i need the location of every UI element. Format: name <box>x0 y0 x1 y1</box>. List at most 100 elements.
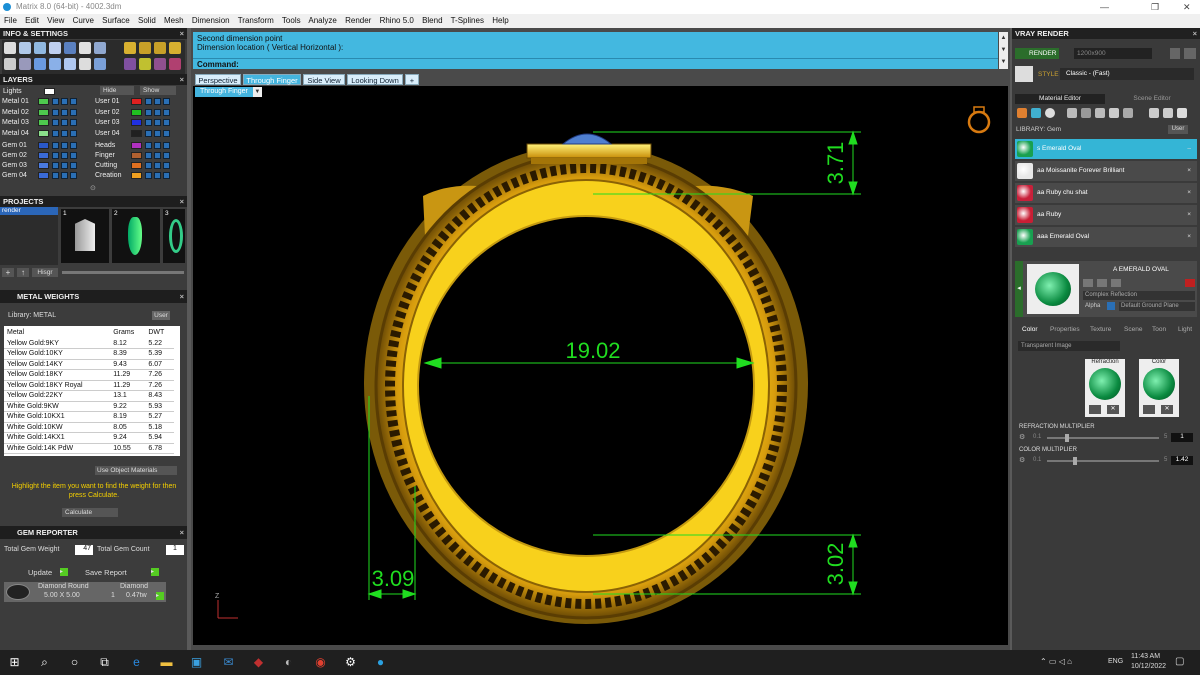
pen-icon[interactable] <box>79 42 91 54</box>
layer-right-5-label[interactable]: Finger <box>95 151 115 160</box>
layer-option-icon[interactable] <box>70 142 77 149</box>
color-swatch[interactable]: Color ✕ <box>1139 359 1179 417</box>
lock-icon[interactable] <box>52 152 59 159</box>
layer-option-icon[interactable] <box>70 129 77 137</box>
hammer-icon[interactable] <box>94 58 106 70</box>
user-button[interactable]: User <box>1168 125 1188 134</box>
layer-color-swatch[interactable] <box>38 152 49 159</box>
tab-through-finger[interactable]: Through Finger <box>243 74 301 85</box>
tools-icon[interactable] <box>34 42 46 54</box>
layer-option-icon[interactable] <box>163 142 170 149</box>
layer-right-0-label[interactable]: User 01 <box>95 97 120 106</box>
tab-color[interactable]: Color <box>1022 325 1038 334</box>
task-view-icon[interactable]: ⧉ <box>96 654 113 671</box>
tool-icon[interactable] <box>1149 108 1159 118</box>
settings-icon[interactable] <box>4 42 16 54</box>
visibility-icon[interactable] <box>154 152 161 159</box>
drop-icon[interactable] <box>1017 108 1027 118</box>
collapse-icon[interactable]: ⊙ <box>90 184 96 192</box>
command-scrollbar[interactable]: ▲ ▼ ▼ <box>999 32 1008 69</box>
layer-left-5-label[interactable]: Gem 02 <box>2 151 27 160</box>
up-icon[interactable]: ↑ <box>17 268 29 277</box>
visibility-icon[interactable] <box>154 119 161 126</box>
lock-icon[interactable] <box>52 129 59 137</box>
lock-icon[interactable] <box>145 172 152 179</box>
remove-material-icon[interactable]: × <box>1187 227 1191 247</box>
layer-option-icon[interactable] <box>163 98 170 105</box>
gem-arrow-icon[interactable]: ▸ <box>156 592 164 600</box>
layer-option-icon[interactable] <box>163 108 170 116</box>
table-row[interactable]: White Gold:14KX1 9.24 5.94 <box>4 432 174 444</box>
add-project-icon[interactable]: + <box>2 268 14 277</box>
menu-blend[interactable]: Blend <box>422 16 442 25</box>
table-row[interactable]: Yellow Gold:9KY 8.12 5.22 <box>4 338 174 349</box>
notification-icon[interactable]: ▢ <box>1175 656 1184 667</box>
table-row[interactable]: White Gold:10KX1 8.19 5.27 <box>4 411 174 423</box>
resolution-field[interactable]: 1200x900 <box>1074 48 1152 59</box>
layer-left-1-label[interactable]: Metal 02 <box>2 108 29 117</box>
menu-mesh[interactable]: Mesh <box>164 16 184 25</box>
tab-looking-down[interactable]: Looking Down <box>347 74 403 85</box>
menu-dimension[interactable]: Dimension <box>192 16 230 25</box>
tool-icon[interactable] <box>1111 279 1121 287</box>
gem-report-row[interactable]: Diamond Round 5.00 X 5.00 Diamond 1 0.47… <box>4 582 166 602</box>
refr-thumb[interactable] <box>1065 434 1069 442</box>
display-icon[interactable] <box>94 42 106 54</box>
update-arrow-icon[interactable]: ▸ <box>60 568 68 576</box>
layer-left-2-label[interactable]: Metal 03 <box>2 118 29 127</box>
panel-e-icon[interactable] <box>124 58 136 70</box>
material-item[interactable]: aa Ruby × <box>1015 205 1197 225</box>
filter-icon[interactable] <box>79 58 91 70</box>
menu-analyze[interactable]: Analyze <box>308 16 336 25</box>
tool-icon[interactable] <box>1095 108 1105 118</box>
remove-material-icon[interactable]: – <box>1187 139 1191 159</box>
layer-color-swatch[interactable] <box>131 172 142 179</box>
minimize-icon[interactable]: — <box>1100 0 1109 14</box>
layer-option-icon[interactable] <box>163 172 170 179</box>
visibility-icon[interactable] <box>154 162 161 169</box>
layer-color-swatch[interactable] <box>131 129 142 137</box>
save-arrow-icon[interactable]: ▸ <box>151 568 159 576</box>
bulb-icon[interactable] <box>64 58 76 70</box>
search-icon[interactable]: ⌕ <box>36 654 53 671</box>
visibility-icon[interactable] <box>61 172 68 179</box>
project-thumb-3[interactable]: 3 <box>163 209 185 263</box>
visibility-icon[interactable] <box>154 108 161 116</box>
color-clear-icon[interactable]: ✕ <box>1161 405 1173 414</box>
layer-left-3-label[interactable]: Metal 04 <box>2 129 29 138</box>
menu-help[interactable]: Help <box>492 16 508 25</box>
material-item[interactable]: s Emerald Oval – <box>1015 139 1197 159</box>
layer-option-icon[interactable] <box>163 119 170 126</box>
panel-d-icon[interactable] <box>169 42 181 54</box>
layer-color-swatch[interactable] <box>38 108 49 116</box>
panel-h-icon[interactable] <box>169 58 181 70</box>
panel-g-icon[interactable] <box>154 58 166 70</box>
show-all-button[interactable]: Show <box>140 86 176 95</box>
col-value[interactable]: 1.42 <box>1171 456 1193 465</box>
panel-f-icon[interactable] <box>139 58 151 70</box>
layer-color-swatch[interactable] <box>131 119 142 126</box>
shield-icon[interactable] <box>49 58 61 70</box>
command-input[interactable]: Command: <box>193 58 998 69</box>
matrix-app-icon[interactable]: ● <box>372 654 389 671</box>
layer-right-4-label[interactable]: Heads <box>95 141 115 150</box>
menu-transform[interactable]: Transform <box>238 16 274 25</box>
layer-color-swatch[interactable] <box>38 98 49 105</box>
refraction-multiplier-slider[interactable]: ⚙ 0.1 5 1 <box>1019 433 1197 443</box>
table-row[interactable]: White Gold:14K PdW 10.55 6.78 <box>4 443 174 454</box>
tool-icon[interactable] <box>1083 279 1093 287</box>
close-icon[interactable]: × <box>180 74 184 85</box>
remove-material-icon[interactable]: × <box>1187 205 1191 225</box>
close-icon[interactable]: × <box>180 196 184 207</box>
menu-surface[interactable]: Surface <box>102 16 130 25</box>
layer-color-swatch[interactable] <box>131 152 142 159</box>
layers-icon[interactable] <box>19 42 31 54</box>
table-row[interactable]: White Gold:10KW 8.05 5.18 <box>4 422 174 433</box>
layer-option-icon[interactable] <box>163 129 170 137</box>
menu-view[interactable]: View <box>47 16 64 25</box>
table-row[interactable]: Yellow Gold:22KY 13.1 8.43 <box>4 390 174 402</box>
tab-material-editor[interactable]: Material Editor <box>1015 94 1105 104</box>
tab-properties[interactable]: Properties <box>1050 325 1080 334</box>
render-button[interactable]: RENDER <box>1015 48 1059 59</box>
tab-light[interactable]: Light <box>1178 325 1192 334</box>
